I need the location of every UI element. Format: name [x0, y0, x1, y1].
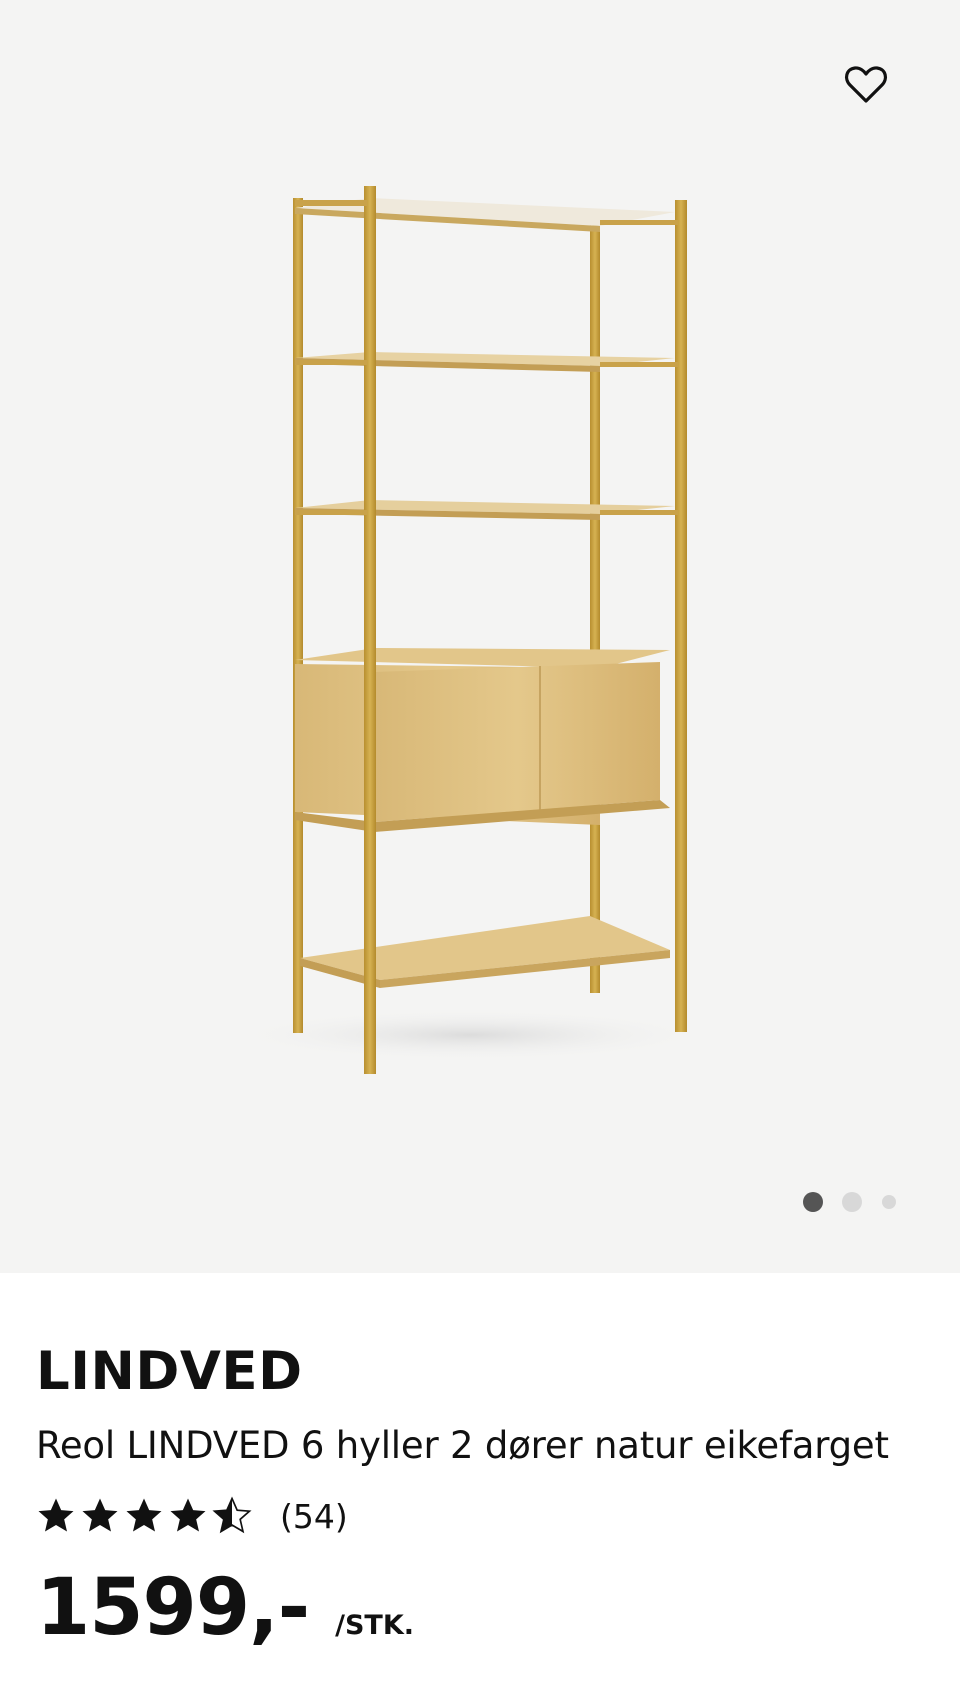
- carousel-indicators: [803, 1192, 896, 1212]
- carousel-dot-1[interactable]: [803, 1192, 823, 1212]
- review-count[interactable]: (54): [280, 1497, 348, 1536]
- star-full-icon: [170, 1498, 206, 1532]
- carousel-dot-2[interactable]: [842, 1192, 862, 1212]
- star-half-icon: [212, 1496, 252, 1534]
- star-full-icon: [82, 1498, 118, 1532]
- price-row: 1599,- /STK.: [36, 1566, 924, 1650]
- heart-outline-icon: [844, 66, 888, 103]
- favorite-button[interactable]: [839, 58, 893, 112]
- product-rating[interactable]: (54): [36, 1494, 924, 1538]
- price-unit: /STK.: [335, 1610, 414, 1641]
- product-brand: LINDVED: [36, 1341, 303, 1402]
- product-title: Reol LINDVED 6 hyller 2 dører natur eike…: [36, 1424, 889, 1467]
- product-image[interactable]: [0, 0, 960, 1273]
- star-full-icon: [126, 1498, 162, 1532]
- star-full-icon: [38, 1498, 74, 1532]
- product-price: 1599,-: [36, 1563, 310, 1653]
- product-image-gallery[interactable]: [0, 0, 960, 1273]
- rating-stars: [36, 1496, 256, 1536]
- product-info: LINDVED Reol LINDVED 6 hyller 2 dører na…: [36, 1340, 924, 1650]
- carousel-dot-3[interactable]: [882, 1195, 896, 1209]
